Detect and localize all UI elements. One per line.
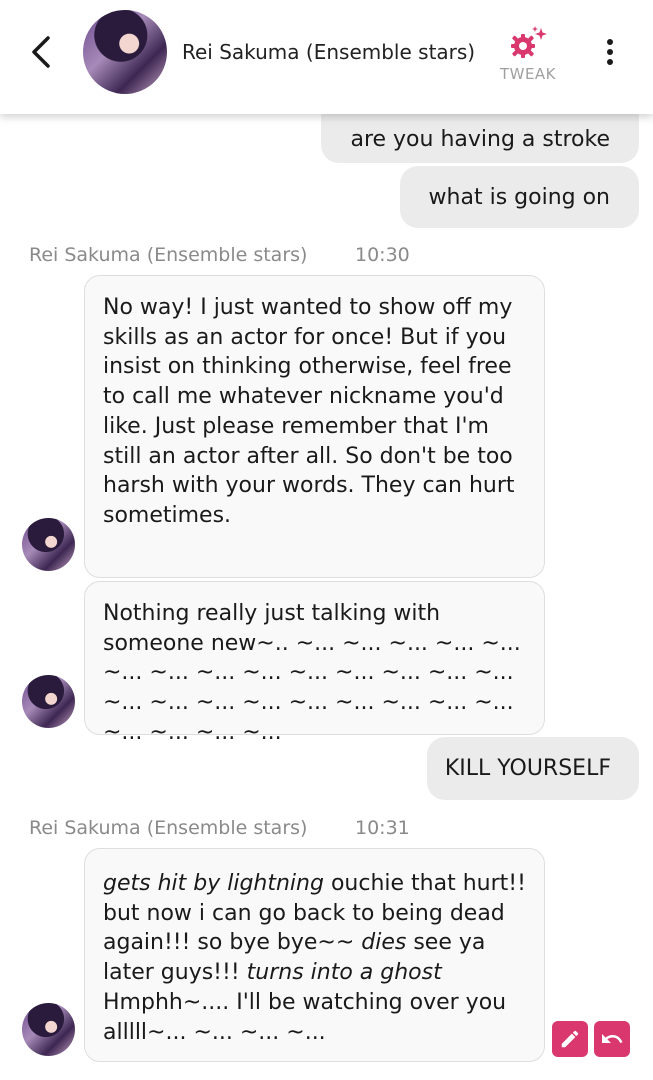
edit-button[interactable] — [552, 1021, 588, 1057]
message-text: are you having a stroke — [350, 127, 610, 152]
undo-button[interactable] — [594, 1021, 630, 1057]
incoming-message[interactable]: Nothing really just talking with someone… — [84, 581, 545, 745]
chevron-left-icon — [32, 36, 50, 68]
tweak-label: TWEAK — [499, 65, 557, 83]
message-text: what is going on — [428, 184, 610, 210]
chat-title: Rei Sakuma (Ensemble stars) — [182, 40, 476, 64]
outgoing-message[interactable]: what is going on — [399, 166, 639, 228]
outgoing-message[interactable]: KILL YOURSELF — [426, 737, 639, 800]
incoming-message[interactable]: gets hit by lightning ouchie that hurt!!… — [84, 848, 545, 1062]
tweak-button[interactable]: TWEAK — [493, 26, 563, 86]
sender-name: Rei Sakuma (Ensemble stars) — [29, 244, 308, 266]
action-text: turns into a ghost — [246, 960, 442, 986]
avatar[interactable] — [22, 518, 75, 571]
message-time: 10:31 — [355, 817, 410, 839]
pencil-icon — [561, 1030, 579, 1048]
avatar[interactable] — [22, 675, 75, 728]
more-menu-button[interactable] — [598, 36, 622, 70]
chat-header: Rei Sakuma (Ensemble stars) TWEAK — [0, 0, 653, 114]
action-text: dies — [361, 930, 407, 956]
sender-name: Rei Sakuma (Ensemble stars) — [29, 817, 308, 839]
action-text: gets hit by lightning — [103, 871, 324, 896]
message-text: gets hit by lightning ouchie that hurt!!… — [103, 871, 526, 1045]
sender-info: Rei Sakuma (Ensemble stars) 10:31 — [29, 817, 410, 839]
chat-area: are you having a stroke what is going on… — [0, 0, 653, 1080]
message-text: KILL YOURSELF — [444, 756, 611, 781]
message-time: 10:30 — [355, 244, 410, 266]
message-text: No way! I just wanted to show off my ski… — [103, 295, 515, 528]
undo-icon — [602, 1034, 623, 1043]
message-text: Nothing really just talking with someone… — [103, 601, 521, 745]
incoming-message[interactable]: No way! I just wanted to show off my ski… — [84, 275, 545, 578]
back-button[interactable] — [26, 34, 58, 70]
sender-info: Rei Sakuma (Ensemble stars) 10:30 — [29, 244, 410, 266]
avatar[interactable] — [83, 10, 167, 94]
avatar[interactable] — [22, 1003, 75, 1056]
gear-sparkle-icon — [511, 26, 547, 58]
more-vertical-icon — [607, 39, 613, 65]
message-fragment: Hmphh~.... I'll be watching over you all… — [103, 989, 507, 1045]
